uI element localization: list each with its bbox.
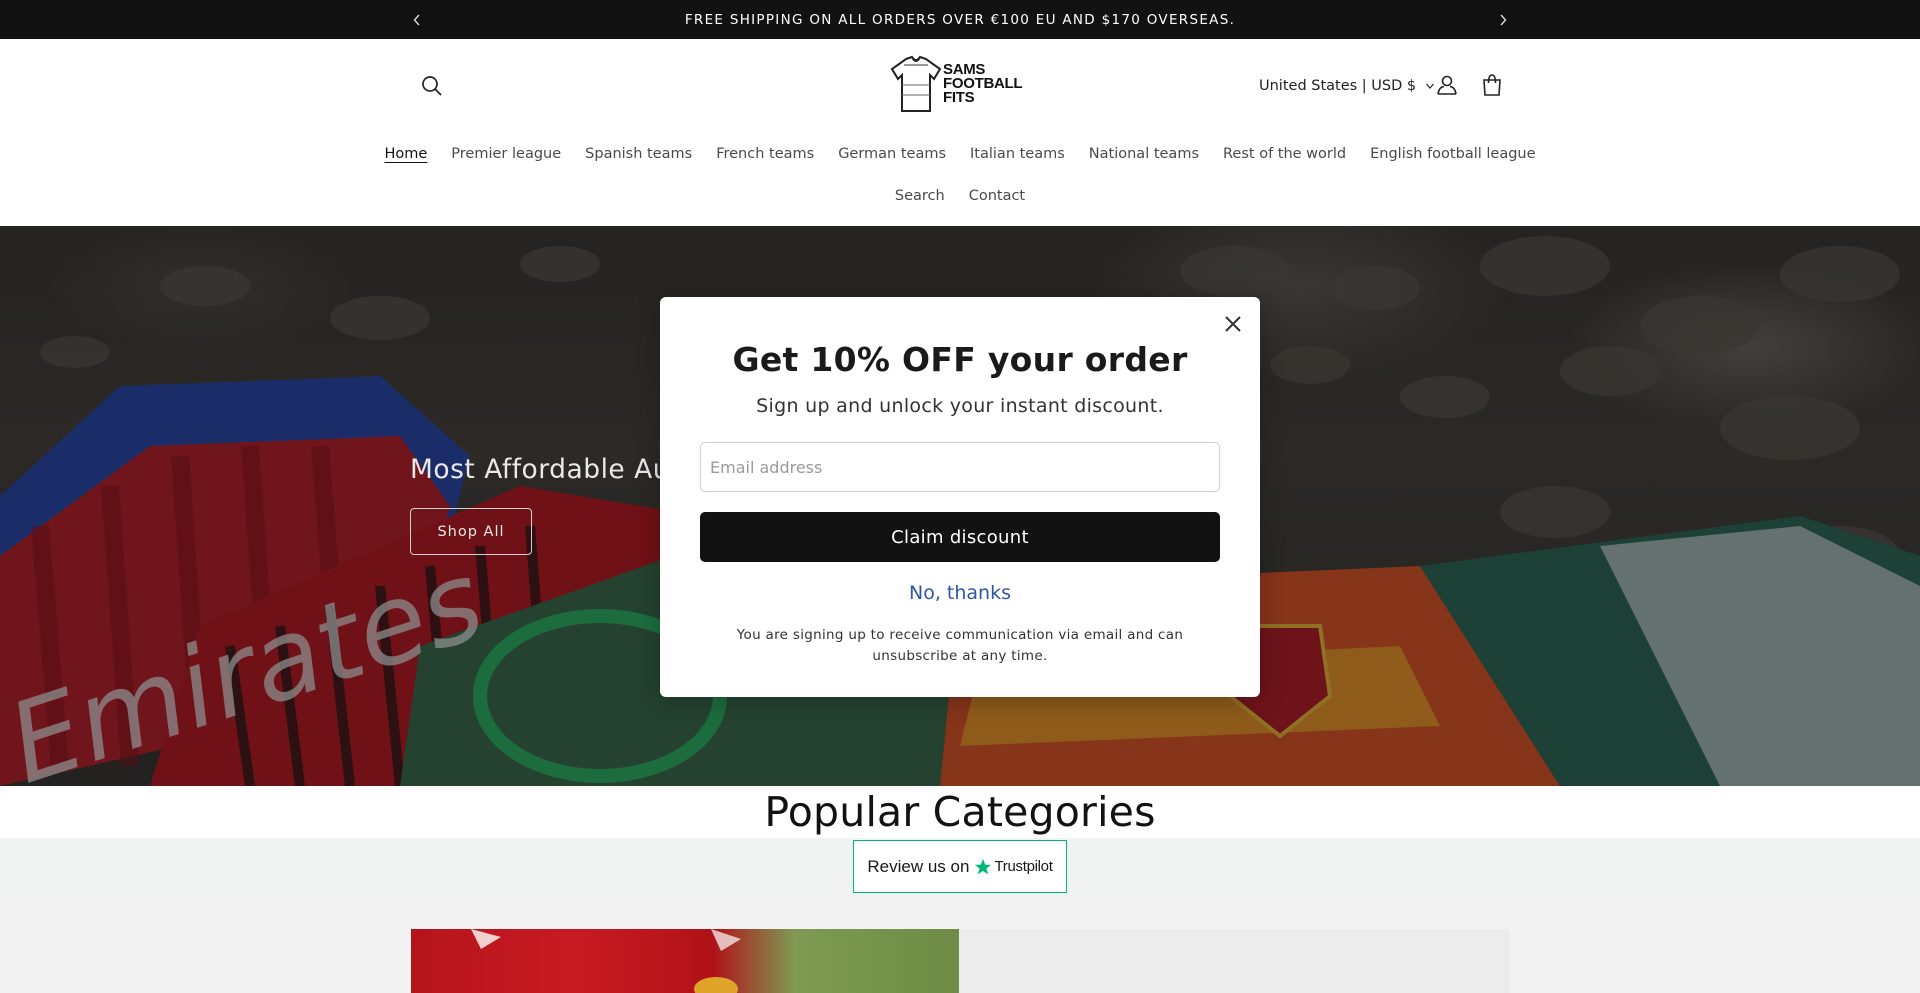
hero-heading: Most Affordable Aut xyxy=(410,454,681,485)
nav-item-spanish-teams[interactable]: Spanish teams xyxy=(573,143,704,165)
chevron-left-icon[interactable] xyxy=(402,0,432,39)
nav-item-home[interactable]: Home xyxy=(372,143,439,165)
country-selector[interactable]: United States | USD $ xyxy=(1259,72,1435,100)
popular-categories-title: Popular Categories xyxy=(764,788,1156,836)
no-thanks-link[interactable]: No, thanks xyxy=(660,582,1260,604)
category-jersey-image xyxy=(471,929,741,993)
announcement-bar: FREE SHIPPING ON ALL ORDERS OVER €100 EU… xyxy=(0,0,1920,39)
close-icon[interactable] xyxy=(1218,309,1248,339)
main-nav: Home Premier league Spanish teams French… xyxy=(0,143,1920,165)
modal-subtitle: Sign up and unlock your instant discount… xyxy=(756,395,1164,417)
secondary-nav: Search Contact xyxy=(0,185,1920,207)
site-header: SAMS FOOTBALL FITS United States | USD $… xyxy=(0,39,1920,226)
nav-item-italian-teams[interactable]: Italian teams xyxy=(958,143,1077,165)
modal-title: Get 10% OFF your order xyxy=(732,340,1188,379)
cart-icon[interactable] xyxy=(1478,71,1506,99)
email-field[interactable] xyxy=(700,442,1220,492)
search-icon[interactable] xyxy=(418,72,446,100)
nav-item-french-teams[interactable]: French teams xyxy=(704,143,826,165)
modal-legal-text: You are signing up to receive communicat… xyxy=(736,627,1184,664)
trustpilot-brand: Trustpilot xyxy=(994,858,1053,875)
announcement-text: FREE SHIPPING ON ALL ORDERS OVER €100 EU… xyxy=(684,11,1236,28)
country-selector-label: United States | USD $ xyxy=(1259,78,1417,94)
nav-item-contact[interactable]: Contact xyxy=(957,185,1037,207)
trustpilot-star-icon xyxy=(975,858,992,874)
trustpilot-review-button[interactable]: Review us on Trustpilot xyxy=(853,840,1067,893)
trustpilot-label: Review us on xyxy=(867,856,970,876)
nav-item-search[interactable]: Search xyxy=(883,185,957,207)
account-icon[interactable] xyxy=(1433,71,1461,99)
nav-item-premier-league[interactable]: Premier league xyxy=(439,143,573,165)
discount-modal: Get 10% OFF your order Sign up and unloc… xyxy=(660,297,1260,697)
store-logo[interactable]: SAMS FOOTBALL FITS xyxy=(890,53,1030,115)
nav-item-english-football-league[interactable]: English football league xyxy=(1358,143,1547,165)
shirt-logo-icon xyxy=(890,55,942,112)
category-card-image[interactable] xyxy=(411,929,959,993)
logo-text: SAMS FOOTBALL FITS xyxy=(943,62,1023,106)
chevron-right-icon[interactable] xyxy=(1488,0,1518,39)
nav-item-german-teams[interactable]: German teams xyxy=(826,143,958,165)
claim-discount-button[interactable]: Claim discount xyxy=(700,512,1220,562)
nav-item-rest-of-the-world[interactable]: Rest of the world xyxy=(1211,143,1358,165)
nav-item-national-teams[interactable]: National teams xyxy=(1077,143,1211,165)
category-card-placeholder xyxy=(959,929,1510,993)
logo-line-3: FITS xyxy=(943,89,975,106)
shop-all-button[interactable]: Shop All xyxy=(410,508,532,555)
